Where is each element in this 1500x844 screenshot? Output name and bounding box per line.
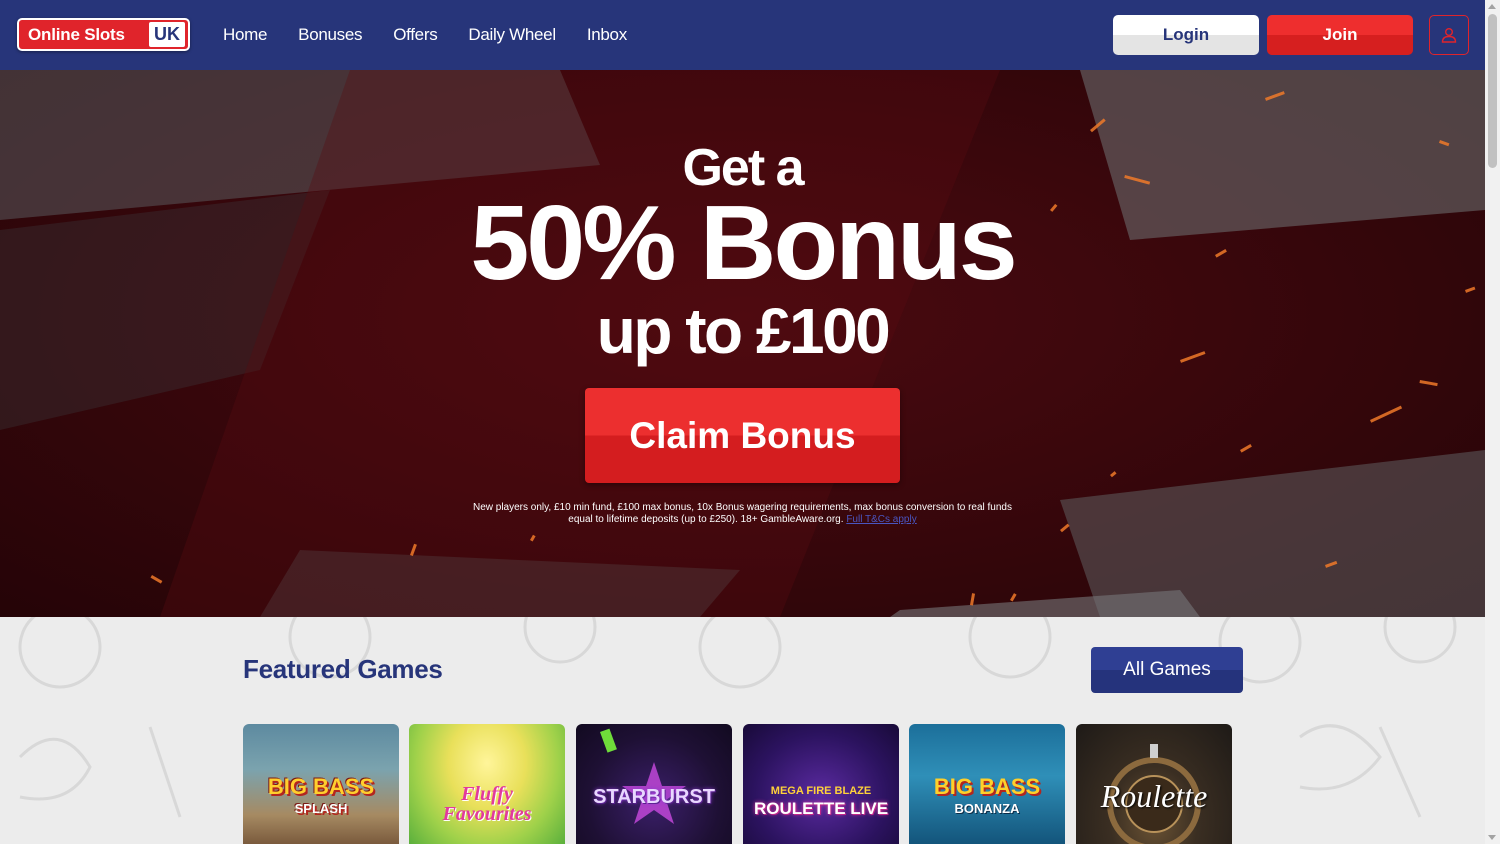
- scroll-up-arrow-icon[interactable]: [1488, 4, 1496, 9]
- game-title: Roulette: [1100, 778, 1208, 814]
- nav-bonuses[interactable]: Bonuses: [298, 25, 362, 45]
- terms-line-2: equal to lifetime deposits (up to £250).…: [440, 514, 1045, 526]
- hero-banner: Get a 50% Bonus up to £100 Claim Bonus N…: [0, 70, 1485, 617]
- user-icon: [1441, 28, 1457, 43]
- all-games-button[interactable]: All Games: [1091, 647, 1243, 693]
- main-nav: Home Bonuses Offers Daily Wheel Inbox: [223, 0, 658, 70]
- nav-offers[interactable]: Offers: [393, 25, 437, 45]
- nav-inbox[interactable]: Inbox: [587, 25, 627, 45]
- featured-games-section: Featured Games All Games BIG BASS SPLASH…: [0, 617, 1485, 844]
- page-scrollbar[interactable]: [1485, 0, 1500, 844]
- account-button[interactable]: [1429, 15, 1469, 55]
- hero-content: Get a 50% Bonus up to £100 Claim Bonus N…: [0, 70, 1485, 617]
- star-icon: [599, 728, 686, 824]
- game-tile-big-bass-bonanza[interactable]: BIG BASS BONANZA: [909, 724, 1065, 844]
- hero-heading: 50% Bonus: [470, 184, 1017, 302]
- game-tile-roulette[interactable]: Roulette: [1076, 724, 1232, 844]
- terms-line-1: New players only, £10 min fund, £100 max…: [472, 502, 1012, 513]
- scroll-down-arrow-icon[interactable]: [1488, 835, 1496, 840]
- full-terms-link[interactable]: Full T&Cs apply: [846, 514, 916, 525]
- nav-daily-wheel[interactable]: Daily Wheel: [468, 25, 556, 45]
- game-title: Fluffy Favourites: [442, 783, 532, 825]
- logo-uk-badge: UK: [149, 22, 185, 47]
- game-title: BIG BASS BONANZA: [933, 774, 1041, 817]
- game-tile-fluffy-favourites[interactable]: Fluffy Favourites: [409, 724, 565, 844]
- game-title: BIG BASS SPLASH: [267, 774, 375, 817]
- nav-home[interactable]: Home: [223, 25, 267, 45]
- site-logo[interactable]: Online Slots UK: [17, 18, 190, 51]
- join-button[interactable]: Join: [1267, 15, 1413, 55]
- game-tile-starburst[interactable]: STARBURST: [576, 724, 732, 844]
- game-title: STARBURST: [593, 786, 715, 808]
- bonus-terms: New players only, £10 min fund, £100 max…: [440, 502, 1045, 526]
- game-tile-mega-fire-blaze-roulette[interactable]: MEGA FIRE BLAZE ROULETTE LIVE: [743, 724, 899, 844]
- claim-bonus-button[interactable]: Claim Bonus: [585, 388, 900, 483]
- login-button[interactable]: Login: [1113, 15, 1259, 55]
- terms-line-2-text: equal to lifetime deposits (up to £250).…: [568, 514, 844, 525]
- game-tile-big-bass-splash[interactable]: BIG BASS SPLASH: [243, 724, 399, 844]
- site-header: Online Slots UK Home Bonuses Offers Dail…: [0, 0, 1485, 70]
- hero-subheading: up to £100: [596, 295, 891, 367]
- logo-text: Online Slots: [28, 24, 125, 44]
- game-title: MEGA FIRE BLAZE ROULETTE LIVE: [753, 785, 889, 818]
- featured-games-title: Featured Games: [243, 654, 443, 684]
- scroll-thumb[interactable]: [1488, 14, 1497, 168]
